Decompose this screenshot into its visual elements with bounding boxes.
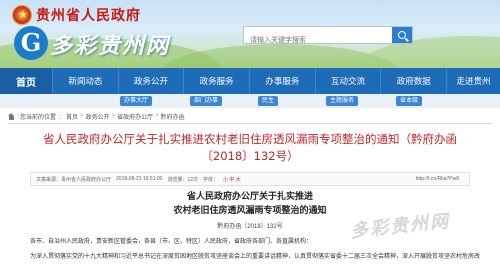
sub-nav: 办事大厅 部门办事 民生 主题服务 省本级 <box>0 94 500 108</box>
article-views: 浏览量：12次 <box>167 176 199 183</box>
nav-item-gov-data[interactable]: 政府数据 <box>380 68 446 94</box>
nav-label: 互动交流 <box>331 76 366 86</box>
subnav-pill[interactable]: 办事大厅 <box>120 96 153 106</box>
subnav-pill[interactable]: 民生 <box>258 96 279 106</box>
search-box <box>243 26 413 49</box>
subnav-pill[interactable]: 部门办事 <box>190 96 223 106</box>
site-slogan: 多彩贵州网 <box>50 33 171 59</box>
breadcrumb-item[interactable]: 政务公开 <box>86 112 110 121</box>
nav-label: 政务公开 <box>134 76 169 86</box>
document-heading-line: 省人民政府办公厅关于扎实推进 <box>186 192 313 202</box>
breadcrumb: 您当前的位置 ： 首页 > 政务公开 > 省政府办公厅 > 黔府办函 <box>8 111 187 121</box>
search-icon <box>398 31 406 39</box>
breadcrumb-item[interactable]: 首页 <box>66 112 78 121</box>
nav-label: 政务服务 <box>199 76 234 86</box>
main-nav: 首页 新闻动态 政务公开 政务服务 办事服务 互动交流 政府数据 走进贵州 <box>0 68 500 94</box>
logo-icon[interactable]: G <box>14 26 48 60</box>
national-emblem-icon: ★ <box>12 5 32 25</box>
nav-item-home[interactable]: 首页 <box>0 68 52 94</box>
nav-item-gov-service[interactable]: 政务服务 <box>183 68 249 94</box>
font-size-label: 字体： <box>203 176 219 183</box>
subnav-pill[interactable]: 省本级 <box>396 96 423 106</box>
divider <box>8 123 492 124</box>
font-size-selector[interactable]: 小 中 大 <box>223 176 241 183</box>
nav-label: 办事服务 <box>265 76 300 86</box>
breadcrumb-item[interactable]: 省政府办公厅 <box>117 112 153 121</box>
share-link[interactable]: http://t.cn/Rka7Pw8 <box>416 176 459 182</box>
breadcrumb-item[interactable]: 黔府办函 <box>161 112 185 121</box>
subnav-pill[interactable]: 主题服务 <box>326 96 359 106</box>
home-icon <box>8 112 15 120</box>
article-source: 文章来源：贵州省人民政府办公厅 <box>36 176 112 183</box>
nav-label: 新闻动态 <box>68 76 103 86</box>
nav-label: 政府数据 <box>396 76 431 86</box>
nav-label: 首页 <box>16 77 36 89</box>
breadcrumb-label: 您当前的位置 <box>20 114 57 121</box>
article-body-paragraph: 为深入贯彻落实党的十九大精神和习近平总书记在深度贫困地区脱贫攻坚座谈会上的重要讲… <box>30 254 480 260</box>
nav-item-gov-open[interactable]: 政务公开 <box>117 68 184 94</box>
nav-item-interaction[interactable]: 互动交流 <box>314 68 381 94</box>
nav-item-services[interactable]: 办事服务 <box>249 68 315 94</box>
site-header: ★ 贵州省人民政府 G 多彩贵州网 <box>0 0 500 68</box>
search-input[interactable] <box>244 32 392 49</box>
article-date: 2018-08-21 16:51:00 <box>116 176 163 182</box>
nav-label: 走进贵州 <box>456 76 491 86</box>
article-title: 省人民政府办公厅关于扎实推进农村老旧住房透风漏雨专项整治的通知（黔府办函〔201… <box>43 132 457 163</box>
document-heading: 省人民政府办公厅关于扎实推进 农村老旧住房透风漏雨专项整治的通知 <box>100 190 400 218</box>
article-meta-bar: 文章来源：贵州省人民政府办公厅 2018-08-21 16:51:00 浏览量：… <box>30 172 470 186</box>
nav-item-guizhou[interactable]: 走进贵州 <box>446 68 500 94</box>
site-title[interactable]: 贵州省人民政府 <box>36 5 141 25</box>
nav-item-news[interactable]: 新闻动态 <box>52 68 118 94</box>
search-button[interactable] <box>392 27 412 43</box>
